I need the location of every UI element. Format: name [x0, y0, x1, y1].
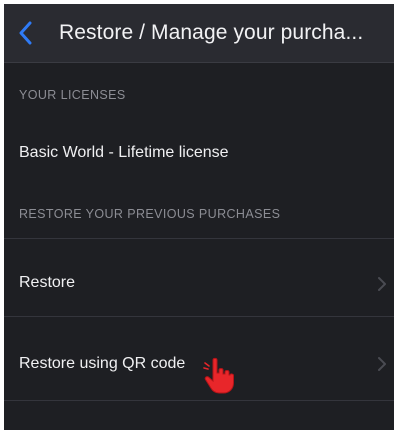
chevron-right-icon [378, 357, 386, 371]
restore-qr-code-button[interactable]: Restore using QR code [4, 334, 394, 392]
license-item: Basic World - Lifetime license [4, 128, 394, 178]
section-header-licenses: YOUR LICENSES [19, 88, 126, 102]
restore-button[interactable]: Restore [4, 256, 394, 312]
section-header-restore: RESTORE YOUR PREVIOUS PURCHASES [19, 207, 281, 221]
license-label: Basic World - Lifetime license [19, 144, 229, 161]
back-button[interactable] [10, 16, 40, 50]
divider [4, 316, 394, 317]
hand-pointer-icon [203, 357, 234, 394]
page-title: Restore / Manage your purcha... [59, 21, 364, 44]
navigation-bar: Restore / Manage your purcha... [4, 4, 394, 63]
restore-qr-code-label: Restore using QR code [19, 355, 186, 372]
restore-label: Restore [19, 274, 76, 291]
divider [4, 400, 394, 401]
chevron-left-icon [19, 21, 32, 45]
divider [4, 238, 394, 239]
chevron-right-icon [378, 277, 386, 291]
restore-purchases-screen: Restore / Manage your purcha... YOUR LIC… [4, 4, 394, 430]
